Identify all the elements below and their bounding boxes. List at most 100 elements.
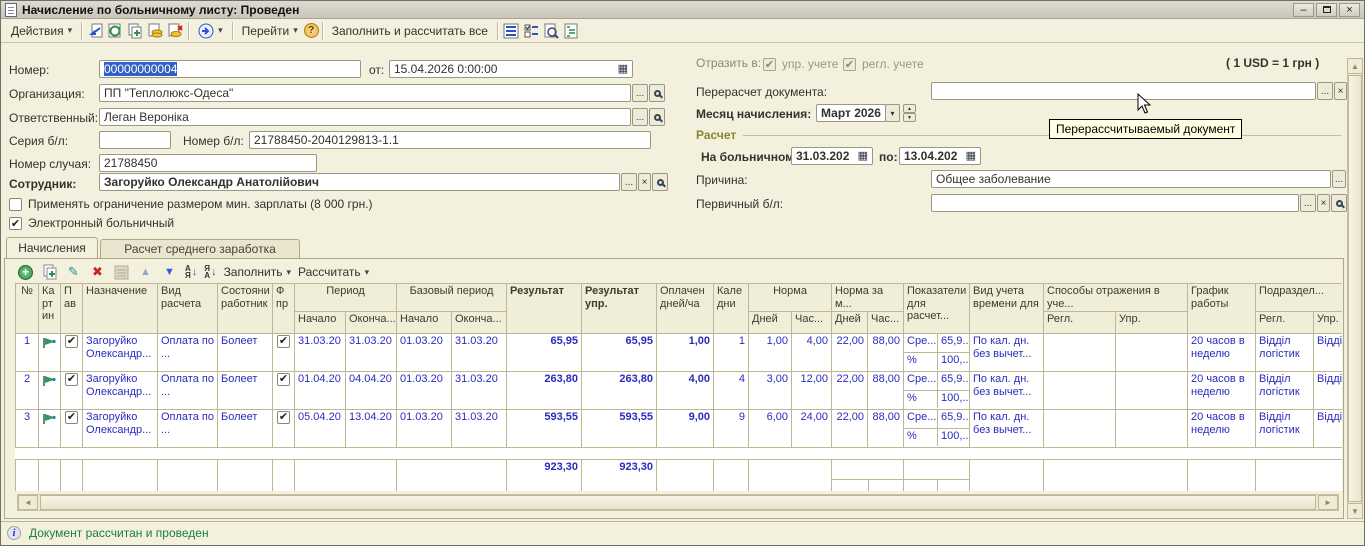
division-upr-cell[interactable]: Відділ пр bbox=[1314, 334, 1342, 372]
vertical-scroll-thumb[interactable] bbox=[1348, 75, 1362, 502]
recalc-select-button[interactable]: ... bbox=[1317, 82, 1333, 100]
tab-accruals[interactable]: Начисления bbox=[6, 237, 98, 258]
state-cell[interactable]: Болеет bbox=[218, 372, 273, 410]
primary-sick-input[interactable] bbox=[931, 194, 1299, 212]
row-number[interactable]: 3 bbox=[16, 410, 39, 448]
result-cell[interactable]: 263,80 bbox=[507, 372, 582, 410]
number-input[interactable]: 00000000004 bbox=[99, 60, 361, 78]
actions-button[interactable]: Действия ▾ bbox=[5, 22, 78, 40]
scroll-right-button[interactable]: ► bbox=[1318, 495, 1338, 510]
recalc-input[interactable] bbox=[931, 82, 1316, 100]
delete-row-button[interactable]: ✖ bbox=[89, 264, 106, 281]
calc-type-cell[interactable]: Оплата по ... bbox=[158, 372, 218, 410]
scroll-up-button[interactable]: ▲ bbox=[1347, 58, 1363, 74]
reason-select-button[interactable]: ... bbox=[1332, 170, 1346, 188]
cal-days-cell[interactable]: 1 bbox=[714, 334, 749, 372]
schedule-cell[interactable]: 20 часов в неделю bbox=[1188, 334, 1256, 372]
norm-days-cell[interactable]: 1,00 bbox=[749, 334, 792, 372]
sort-descending-button[interactable]: ЯА ↓ bbox=[204, 265, 216, 279]
employee-search-button[interactable] bbox=[652, 173, 668, 191]
help-icon[interactable]: ? bbox=[304, 23, 319, 38]
output-button[interactable]: ▾ bbox=[192, 21, 229, 41]
fill-button[interactable]: Заполнить▾ bbox=[224, 265, 291, 279]
period-start-cell[interactable]: 31.03.20 bbox=[295, 334, 346, 372]
fpr-cell[interactable]: ✔ bbox=[273, 410, 295, 448]
time-kind-cell[interactable]: По кал. дн. без вычет... bbox=[970, 410, 1044, 448]
min-salary-limit-checkbox[interactable] bbox=[9, 198, 22, 211]
accrual-month-combo[interactable]: Март 2026 bbox=[816, 104, 886, 122]
sort-ascending-button[interactable]: АЯ ↓ bbox=[185, 265, 197, 279]
electronic-sick-checkbox[interactable]: ✔ bbox=[9, 217, 22, 230]
move-down-button[interactable]: ▼ bbox=[161, 264, 178, 281]
purpose-cell[interactable]: Загоруйко Олександр... bbox=[83, 334, 158, 372]
period-start-cell[interactable]: 01.04.20 bbox=[295, 372, 346, 410]
paid-cell[interactable]: 4,00 bbox=[657, 372, 714, 410]
period-start-cell[interactable]: 05.04.20 bbox=[295, 410, 346, 448]
move-up-button[interactable]: ▲ bbox=[137, 264, 154, 281]
fill-and-calculate-all-button[interactable]: Заполнить и рассчитать все bbox=[326, 22, 494, 40]
norm-month-days-cell[interactable]: 22,00 bbox=[832, 410, 868, 448]
base-end-cell[interactable]: 31.03.20 bbox=[452, 410, 507, 448]
result-upr-cell[interactable]: 593,55 bbox=[582, 410, 657, 448]
result-upr-cell[interactable]: 65,95 bbox=[582, 334, 657, 372]
month-dropdown-button[interactable]: ▾ bbox=[885, 104, 900, 122]
indicators-cell[interactable]: Сре...65,9... %100,... bbox=[904, 372, 970, 410]
base-start-cell[interactable]: 01.03.20 bbox=[397, 372, 452, 410]
sick-to-input[interactable]: 13.04.202 ▦ bbox=[899, 147, 981, 165]
list-settings-icon[interactable] bbox=[501, 21, 521, 41]
reason-input[interactable]: Общее заболевание bbox=[931, 170, 1331, 188]
result-cell[interactable]: 65,95 bbox=[507, 334, 582, 372]
copy-add-button[interactable] bbox=[125, 21, 145, 41]
row-include-cell[interactable]: ✔ bbox=[61, 372, 83, 410]
reflect-upr-cell[interactable] bbox=[1116, 372, 1188, 410]
edit-row-button[interactable]: ✎ bbox=[65, 264, 82, 281]
close-button[interactable]: × bbox=[1339, 3, 1360, 17]
cal-days-cell[interactable]: 4 bbox=[714, 372, 749, 410]
employee-input[interactable]: Загоруйко Олександр Анатолійович bbox=[99, 173, 620, 191]
base-end-cell[interactable]: 31.03.20 bbox=[452, 372, 507, 410]
calendar-icon[interactable]: ▦ bbox=[858, 151, 868, 161]
row-number[interactable]: 1 bbox=[16, 334, 39, 372]
goto-button[interactable]: Перейти ▾ bbox=[236, 22, 304, 40]
fpr-checkbox[interactable]: ✔ bbox=[277, 335, 290, 348]
minimize-button[interactable]: – bbox=[1293, 3, 1314, 17]
calculate-button[interactable]: Рассчитать▾ bbox=[298, 265, 369, 279]
reflect-upr-cell[interactable] bbox=[1116, 410, 1188, 448]
norm-hours-cell[interactable]: 12,00 bbox=[792, 372, 832, 410]
reflect-upr-cell[interactable] bbox=[1116, 334, 1188, 372]
doc-date-input[interactable]: 15.04.2026 0:00:00 ▦ bbox=[389, 60, 633, 78]
reflect-regl-cell[interactable] bbox=[1044, 334, 1116, 372]
period-end-cell[interactable]: 04.04.20 bbox=[346, 372, 397, 410]
post-document-button[interactable] bbox=[145, 21, 165, 41]
result-cell[interactable]: 593,55 bbox=[507, 410, 582, 448]
norm-hours-cell[interactable]: 4,00 bbox=[792, 334, 832, 372]
row-status-cell[interactable] bbox=[39, 410, 61, 448]
reflect-regl-cell[interactable] bbox=[1044, 410, 1116, 448]
cal-days-cell[interactable]: 9 bbox=[714, 410, 749, 448]
norm-month-hours-cell[interactable]: 88,00 bbox=[868, 410, 904, 448]
time-kind-cell[interactable]: По кал. дн. без вычет... bbox=[970, 334, 1044, 372]
fpr-checkbox[interactable]: ✔ bbox=[277, 373, 290, 386]
organization-input[interactable]: ПП "Теплолюкс-Одеса" bbox=[99, 84, 631, 102]
tab-average-earnings[interactable]: Расчет среднего заработка bbox=[100, 239, 300, 258]
horizontal-scroll-thumb[interactable] bbox=[40, 495, 1316, 510]
period-end-cell[interactable]: 31.03.20 bbox=[346, 334, 397, 372]
end-edit-button[interactable] bbox=[113, 264, 130, 281]
row-checkbox[interactable]: ✔ bbox=[65, 373, 78, 386]
organization-select-button[interactable]: ... bbox=[632, 84, 648, 102]
add-row-button[interactable]: + bbox=[17, 264, 34, 281]
indicators-cell[interactable]: Сре...65,9... %100,... bbox=[904, 334, 970, 372]
calc-type-cell[interactable]: Оплата по ... bbox=[158, 334, 218, 372]
purpose-cell[interactable]: Загоруйко Олександр... bbox=[83, 410, 158, 448]
preview-icon[interactable] bbox=[541, 21, 561, 41]
paid-cell[interactable]: 1,00 bbox=[657, 334, 714, 372]
recalc-clear-button[interactable]: × bbox=[1334, 82, 1347, 100]
norm-month-days-cell[interactable]: 22,00 bbox=[832, 334, 868, 372]
employee-clear-button[interactable]: × bbox=[638, 173, 651, 191]
month-spin-down-button[interactable]: ▼ bbox=[903, 113, 916, 122]
responsible-search-button[interactable] bbox=[649, 108, 665, 126]
division-regl-cell[interactable]: Відділ логістик bbox=[1256, 334, 1314, 372]
row-number[interactable]: 2 bbox=[16, 372, 39, 410]
restore-button[interactable] bbox=[1316, 3, 1337, 17]
save-close-button[interactable] bbox=[85, 21, 105, 41]
